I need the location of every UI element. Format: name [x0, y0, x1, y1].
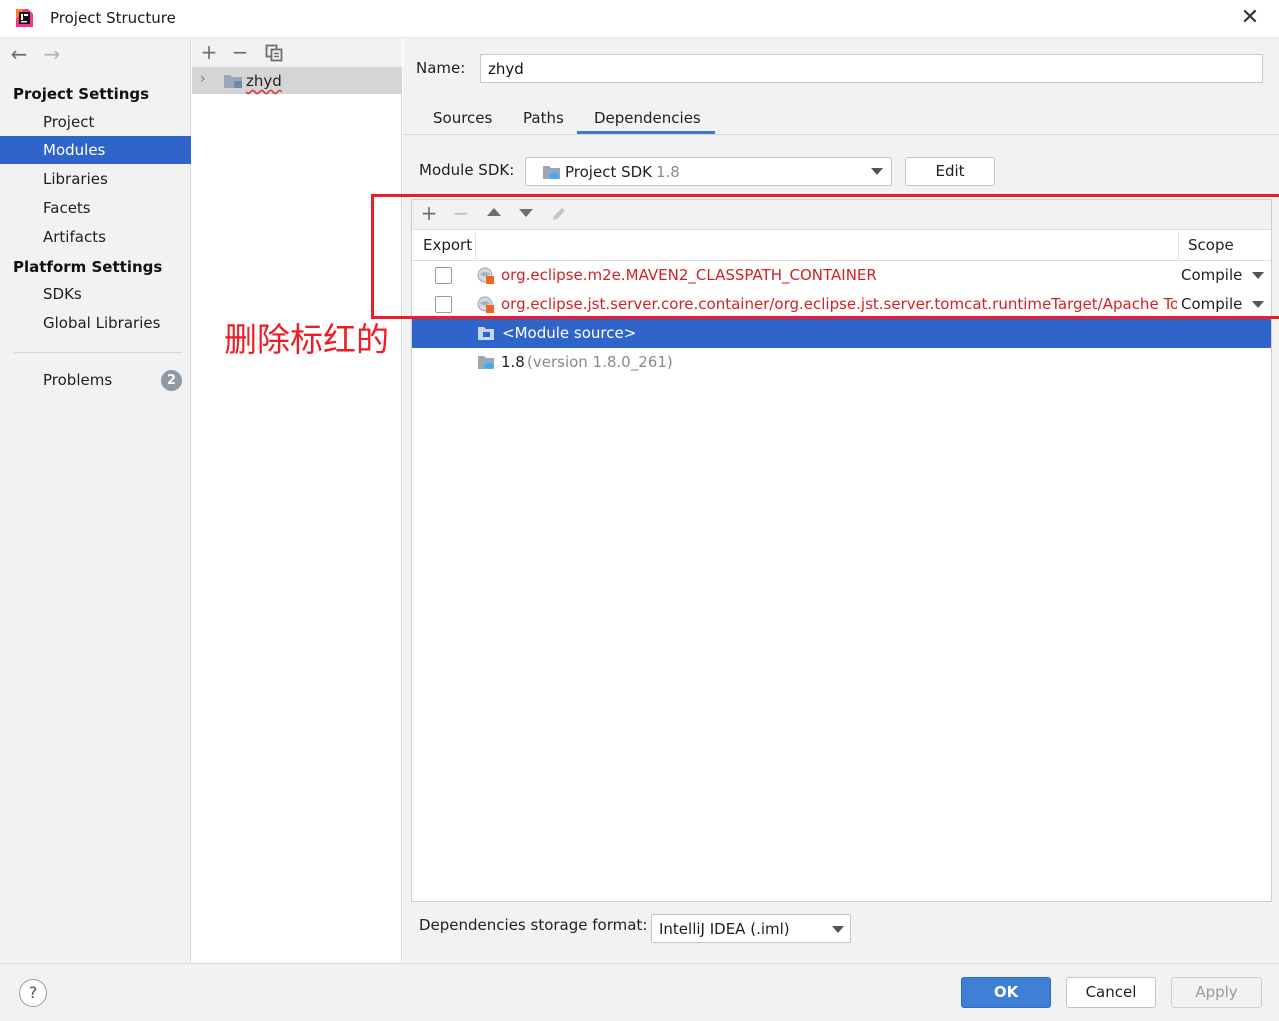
source-folder-icon — [478, 327, 494, 340]
dependency-version-detail: (version 1.8.0_261) — [527, 353, 673, 371]
highlight-box — [371, 194, 1279, 319]
remove-module-icon[interactable]: − — [229, 42, 251, 64]
copy-module-icon[interactable] — [265, 44, 283, 62]
module-tree-panel — [192, 38, 402, 963]
chevron-down-icon[interactable] — [832, 926, 844, 933]
help-icon[interactable]: ? — [19, 979, 47, 1007]
annotation-text: 删除标红的 — [224, 320, 389, 359]
sdk-folder-icon — [543, 166, 560, 179]
ok-button[interactable]: OK — [961, 977, 1051, 1008]
module-tree-toolbar — [192, 38, 402, 67]
sidebar-item-facets[interactable]: Facets — [0, 194, 191, 222]
name-label: Name: — [416, 59, 466, 77]
platform-settings-header: Platform Settings — [13, 258, 163, 276]
sidebar-item-modules[interactable]: Modules — [0, 136, 191, 164]
sidebar-item-artifacts[interactable]: Artifacts — [0, 223, 191, 251]
add-module-icon[interactable]: + — [198, 42, 220, 64]
problems-count-badge: 2 — [161, 370, 182, 391]
edit-sdk-button[interactable]: Edit — [905, 157, 995, 186]
module-name-input[interactable] — [480, 54, 1263, 83]
dependency-name: <Module source> — [502, 324, 637, 342]
intellij-app-icon — [16, 9, 33, 27]
module-sdk-version: 1.8 — [656, 163, 680, 181]
window-title: Project Structure — [50, 9, 176, 27]
chevron-right-icon[interactable]: › — [200, 71, 206, 87]
module-name-label[interactable]: zhyd — [246, 72, 282, 90]
forward-arrow-icon[interactable]: → — [40, 44, 64, 66]
storage-format-value: IntelliJ IDEA (.iml) — [659, 920, 790, 938]
dependency-name: 1.8 — [501, 353, 525, 371]
sidebar-item-global-libraries[interactable]: Global Libraries — [0, 309, 191, 337]
back-arrow-icon[interactable]: ← — [7, 44, 31, 66]
module-sdk-value: Project SDK — [565, 163, 652, 181]
tab-sources[interactable]: Sources — [433, 109, 492, 127]
sidebar-item-sdks[interactable]: SDKs — [0, 280, 191, 308]
storage-format-label: Dependencies storage format: — [419, 916, 648, 934]
tab-dependencies[interactable]: Dependencies — [594, 109, 701, 127]
jdk-folder-icon — [478, 356, 494, 369]
apply-button[interactable]: Apply — [1171, 977, 1262, 1008]
chevron-down-icon[interactable] — [871, 168, 883, 175]
project-settings-header: Project Settings — [13, 85, 150, 103]
tabs-divider — [403, 134, 1279, 135]
sidebar-item-project[interactable]: Project — [0, 108, 191, 136]
sidebar-divider — [14, 352, 182, 353]
sidebar-item-libraries[interactable]: Libraries — [0, 165, 191, 193]
close-window-button[interactable]: ✕ — [1236, 6, 1264, 32]
tab-paths[interactable]: Paths — [523, 109, 564, 127]
cancel-button[interactable]: Cancel — [1066, 977, 1156, 1008]
module-sdk-label: Module SDK: — [419, 161, 515, 179]
module-folder-icon — [224, 75, 242, 88]
title-bar — [0, 0, 1279, 38]
